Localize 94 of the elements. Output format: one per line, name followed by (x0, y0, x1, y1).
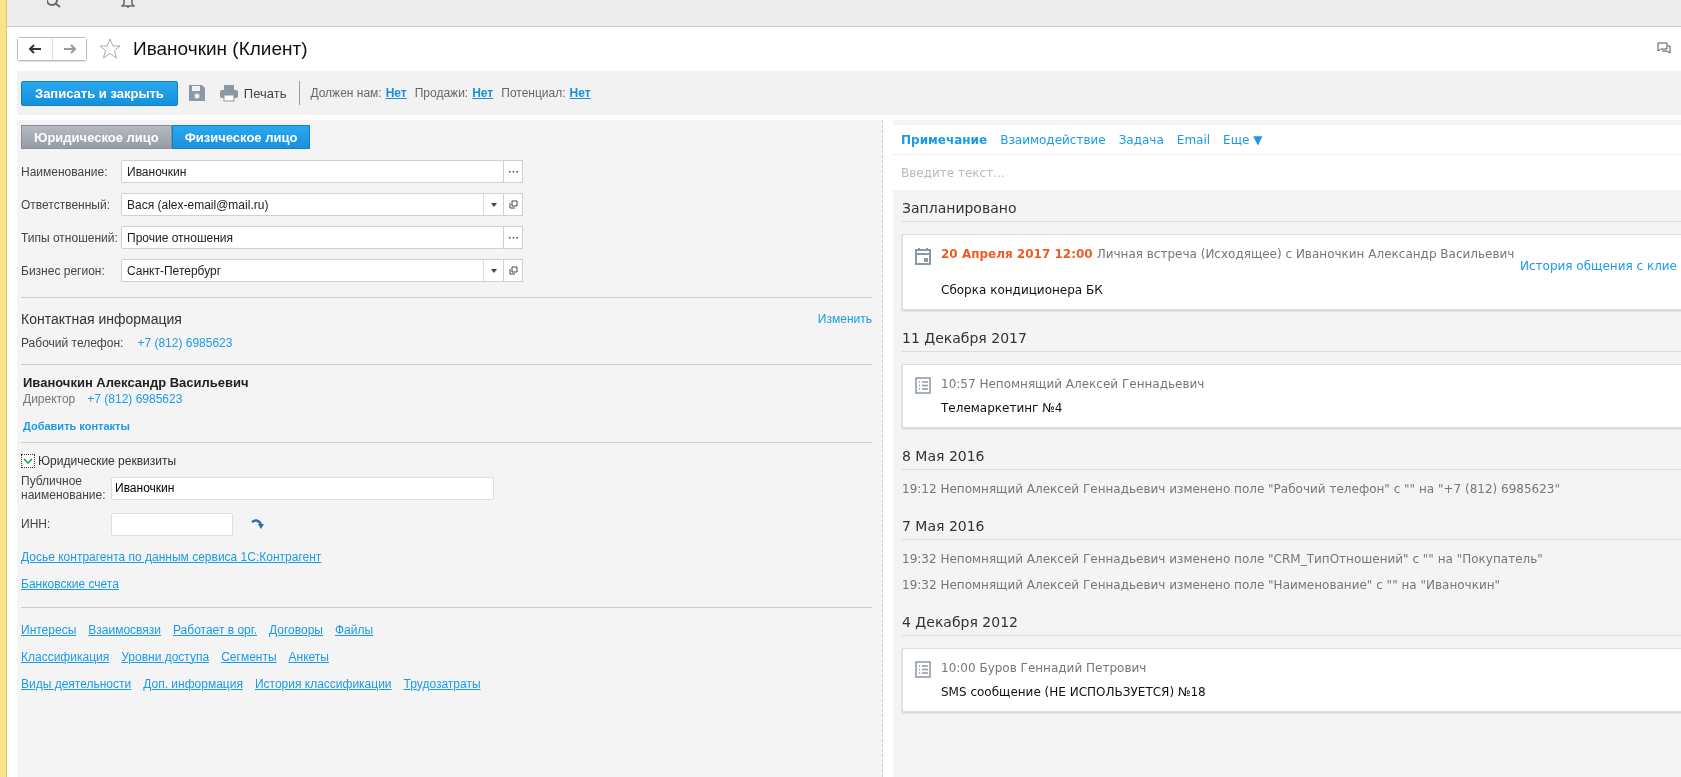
arrow-right-icon (62, 44, 77, 54)
event-time: 20 Апреля 2017 12:00 (941, 247, 1093, 261)
chat-icon[interactable] (1657, 42, 1671, 56)
stat-link[interactable]: Нет (569, 86, 591, 100)
save-close-button[interactable]: Записать и закрыть (21, 80, 178, 106)
stat-label: Потенциал: (501, 86, 566, 100)
stat-label: Должен нам: (310, 86, 382, 100)
event-meta: 10:00 Буров Геннадий Петрович (941, 661, 1147, 675)
open-button[interactable] (503, 259, 523, 282)
group-title: 7 Мая 2016 (902, 508, 1681, 540)
printer-icon (218, 84, 239, 102)
link[interactable]: Работает в орг. (173, 622, 258, 637)
link[interactable]: История классификации (254, 676, 392, 691)
field-label: Публичное наименование: (21, 474, 107, 502)
window-title: Иваночкин (Клиент) (133, 38, 309, 60)
input-field[interactable]: Прочие отношения (121, 226, 504, 249)
arrow-left-icon (28, 44, 42, 54)
link[interactable]: Интересы (21, 622, 77, 637)
field-label: Бизнес регион: (21, 263, 106, 278)
star-icon[interactable] (99, 38, 121, 60)
feed-tab[interactable]: Взаимодействие (1000, 132, 1106, 147)
ellipsis-icon (508, 170, 518, 173)
change-entry: 19:12 Непомнящий Алексей Геннадьевич изменено поле "Рабочий телефон" с "" на "+7 (812) 6985623" (902, 482, 1561, 496)
checkbox[interactable] (21, 454, 35, 468)
link[interactable]: Сегменты (221, 649, 277, 664)
link[interactable]: Банковские счета (21, 576, 119, 591)
windows-icon (508, 266, 518, 275)
bell-icon[interactable] (121, 0, 135, 8)
open-button[interactable] (503, 193, 523, 216)
link[interactable]: Файлы (334, 622, 374, 637)
entity-tab[interactable]: Физическое лицо (171, 125, 311, 149)
event-meta: 10:57 Непомнящий Алексей Геннадьевич (941, 377, 1205, 391)
event-subject: SMS сообщение (НЕ ИСПОЛЬЗУЕТСЯ) №18 (941, 685, 1207, 699)
event-subject: Сборка кондиционера БК (941, 283, 1104, 297)
input-field[interactable]: Введите текст... (893, 155, 1681, 190)
field-label: ИНН: (21, 517, 52, 531)
input-field[interactable]: Иваночкин (121, 160, 504, 183)
group-title: 8 Мая 2016 (902, 438, 1681, 470)
link[interactable]: Доп. информация (143, 676, 243, 691)
feed-tab[interactable]: Задача (1118, 132, 1164, 147)
contact-name: Иваночкин Александр Васильевич (23, 375, 250, 390)
ellipsis-icon (508, 236, 518, 239)
field-label: Наименование: (21, 164, 109, 179)
link[interactable]: Уровни доступа (121, 649, 210, 664)
calendar-icon (915, 247, 931, 265)
change-entry: 19:32 Непомнящий Алексей Геннадьевич изменено поле "CRM_ТипОтношений" с "" на "Покупатель" (902, 552, 1544, 566)
event-subject: Телемаркетинг №4 (941, 401, 1064, 415)
history-link[interactable]: История общения с клие (1520, 259, 1677, 273)
print-button[interactable]: Печать (215, 84, 290, 102)
input-field[interactable]: Иваночкин (111, 476, 494, 500)
phone-link[interactable]: +7 (812) 6985623 (87, 392, 183, 406)
dropdown-button[interactable] (483, 260, 503, 281)
input-field[interactable] (111, 512, 233, 536)
event-meta: Личная встреча (Исходящее) с Иваночкин Александр Васильевич (1096, 247, 1515, 261)
checkbox-label: Юридические реквизиты (38, 454, 177, 468)
link[interactable]: Взаимосвязи (88, 622, 161, 637)
stat-link[interactable]: Нет (385, 86, 407, 100)
dropdown-button[interactable] (483, 194, 503, 215)
group-title: 4 Декабря 2012 (902, 604, 1681, 636)
link[interactable]: Классификация (21, 649, 110, 664)
feed-tab[interactable]: Примечание (901, 132, 988, 147)
link[interactable]: Досье контрагента по данным сервиса 1С:Контрагент (21, 549, 322, 564)
link[interactable]: Договоры (269, 622, 323, 637)
caret-icon (490, 202, 497, 207)
contact-role: Директор (23, 392, 76, 406)
section-title: Контактная информация (21, 311, 182, 327)
search-icon[interactable] (47, 0, 61, 8)
feed-tab[interactable]: Еще ▼ (1223, 132, 1263, 147)
caret-icon (490, 268, 497, 273)
entity-tab[interactable]: Юридическое лицо (21, 125, 172, 149)
field-label: Ответственный: (21, 197, 112, 212)
input-field[interactable]: Вася (alex-email@mail.ru) (121, 193, 504, 216)
group-title: 11 Декабря 2017 (902, 320, 1681, 352)
link[interactable]: Анкеты (288, 649, 329, 664)
checkmark-icon (23, 457, 33, 465)
change-entry: 19:32 Непомнящий Алексей Геннадьевич изменено поле "Наименование" с "" на "Иваночкин" (902, 578, 1502, 592)
link[interactable]: Виды деятельности (21, 676, 132, 691)
field-label: Типы отношений: (21, 230, 119, 245)
link[interactable]: Трудозатраты (403, 676, 481, 691)
save-icon[interactable] (187, 84, 206, 102)
phone-link[interactable]: +7 (812) 6985623 (137, 336, 233, 350)
phone-label: Рабочий телефон: (21, 336, 124, 350)
stat-link[interactable]: Нет (472, 86, 494, 100)
group-title: Запланировано (902, 190, 1681, 222)
add-contacts-link[interactable]: Добавить контакты (23, 420, 872, 432)
input-field[interactable]: Санкт-Петербург (121, 259, 504, 282)
windows-icon (508, 200, 518, 209)
back-button[interactable] (18, 38, 52, 60)
stat-label: Продажи: (414, 86, 469, 100)
curved-arrow-icon[interactable] (251, 518, 265, 530)
list-icon (915, 377, 931, 394)
list-icon (915, 661, 931, 678)
feed-tab[interactable]: Email (1176, 132, 1211, 147)
edit-link[interactable]: Изменить (817, 312, 872, 326)
